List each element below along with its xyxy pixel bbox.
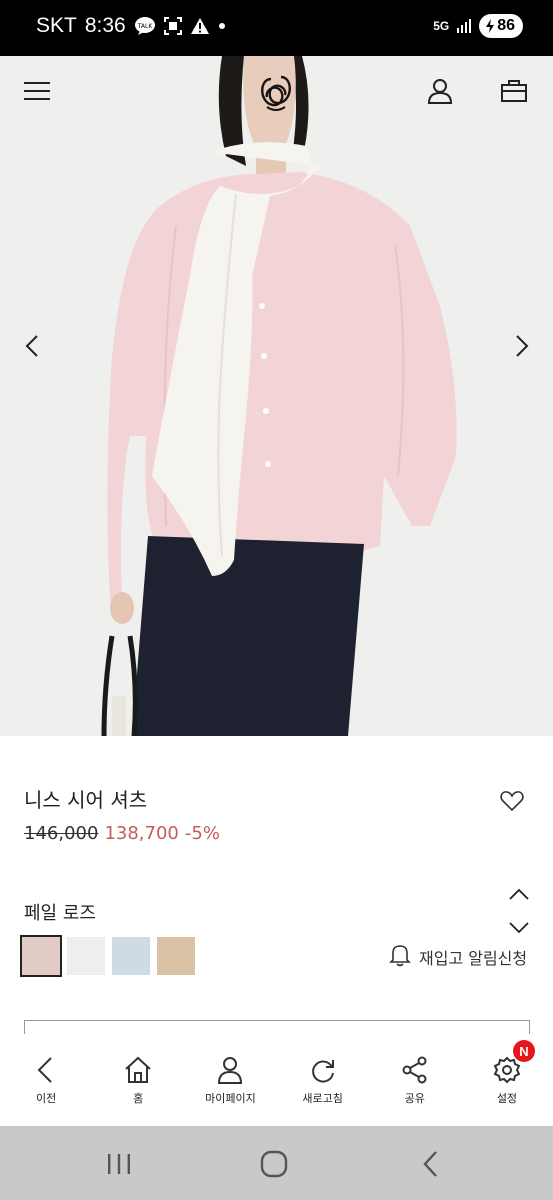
color-swatches	[20, 935, 195, 977]
nav-label: 마이페이지	[205, 1092, 256, 1105]
nav-mypage[interactable]: 마이페이지	[184, 1036, 276, 1126]
prev-arrow-icon[interactable]	[12, 326, 52, 366]
battery-level: 86	[497, 17, 515, 34]
back-icon	[37, 1057, 52, 1083]
status-left: SKT 8:36 TALK	[36, 14, 226, 38]
option-box	[24, 1020, 530, 1034]
price-row: 146,000 138,700 -5%	[24, 823, 220, 844]
nav-label: 홈	[133, 1092, 144, 1105]
signal-icon	[456, 18, 472, 34]
screenshot-icon	[163, 17, 182, 35]
nav-share[interactable]: 공유	[369, 1036, 461, 1126]
bottom-nav: 이전 홈 마이페이지 새로고침 공유 N 설정	[0, 1036, 553, 1126]
talk-icon: TALK	[134, 16, 156, 36]
bell-icon	[389, 943, 411, 971]
person-icon	[218, 1057, 243, 1084]
menu-icon[interactable]	[20, 74, 54, 108]
home-icon	[125, 1056, 151, 1083]
clock: 8:36	[84, 14, 126, 37]
nav-label: 이전	[35, 1092, 57, 1105]
status-right: 5G 86	[433, 14, 523, 38]
color-name: 페일 로즈	[24, 903, 96, 924]
home-button-icon[interactable]	[254, 1144, 294, 1184]
carrier: SKT	[36, 14, 77, 37]
status-bar: SKT 8:36 TALK 5G 86	[0, 0, 553, 56]
system-nav-bar	[0, 1126, 553, 1200]
discount-rate: -5%	[184, 823, 220, 844]
chevron-up-icon[interactable]	[505, 880, 533, 908]
restock-label: 재입고 알림신청	[419, 949, 528, 968]
chevron-down-icon[interactable]	[505, 914, 533, 942]
nav-label: 설정	[496, 1092, 518, 1105]
dot-icon	[218, 22, 226, 30]
system-back-icon[interactable]	[410, 1144, 450, 1184]
swatch-pale-rose[interactable]	[20, 935, 62, 977]
charging-icon	[486, 19, 495, 33]
refresh-icon	[311, 1060, 334, 1083]
nav-settings[interactable]: N 설정	[461, 1036, 553, 1126]
recent-apps-icon[interactable]	[99, 1144, 139, 1184]
nav-home[interactable]: 홈	[92, 1036, 184, 1126]
next-arrow-icon[interactable]	[502, 326, 542, 366]
gear-icon	[493, 1056, 521, 1084]
nav-label: 새로고침	[302, 1092, 343, 1105]
sale-price: 138,700	[104, 823, 179, 844]
cart-icon[interactable]	[497, 74, 531, 108]
share-icon	[402, 1056, 427, 1084]
heart-icon[interactable]	[496, 785, 528, 817]
product-image-carousel[interactable]	[0, 56, 553, 736]
swatch-ivory[interactable]	[67, 937, 105, 975]
product-name: 니스 시어 셔츠	[24, 788, 148, 812]
swatch-beige[interactable]	[157, 937, 195, 975]
nav-refresh[interactable]: 새로고침	[277, 1036, 369, 1126]
battery-indicator: 86	[479, 14, 523, 38]
screen: SKT 8:36 TALK 5G 86 니스 시어 셔츠 146,000 138…	[0, 0, 553, 1200]
brand-logo[interactable]	[250, 66, 302, 118]
notification-badge: N	[512, 1040, 535, 1062]
warning-icon	[190, 17, 210, 35]
product-photo	[0, 56, 553, 736]
nav-back[interactable]: 이전	[0, 1036, 92, 1126]
swatch-light-blue[interactable]	[112, 937, 150, 975]
account-icon[interactable]	[423, 74, 457, 108]
restock-alert-button[interactable]: 재입고 알림신청	[389, 943, 527, 971]
svg-text:TALK: TALK	[136, 23, 153, 30]
original-price: 146,000	[24, 823, 99, 844]
network-type: 5G	[433, 19, 450, 33]
site-header	[0, 56, 553, 136]
nav-label: 공유	[404, 1092, 425, 1105]
